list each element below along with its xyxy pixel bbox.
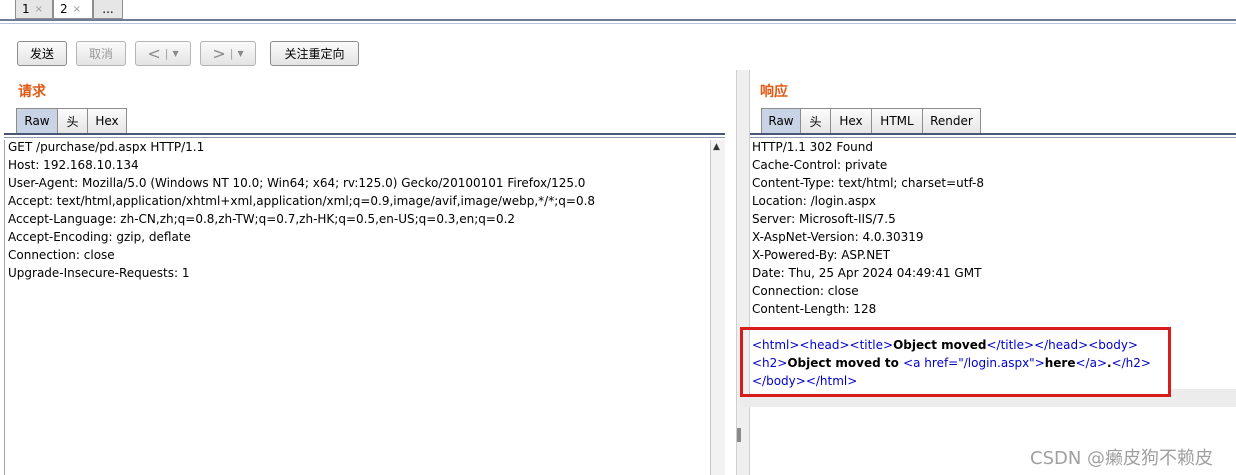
response-tab-render[interactable]: Render (922, 108, 981, 133)
highlight-annotation-box (740, 327, 1171, 397)
request-tab-hex[interactable]: Hex (87, 108, 127, 133)
response-line: Connection: close (752, 284, 859, 298)
cancel-button[interactable]: 取消 (76, 41, 126, 66)
editor-shaded-row (740, 397, 1236, 407)
request-line: GET /purchase/pd.aspx HTTP/1.1 (8, 140, 205, 154)
request-tab-raw[interactable]: Raw (16, 108, 58, 133)
response-line: X-Powered-By: ASP.NET (752, 248, 891, 262)
request-tab-2[interactable]: 2 × (53, 0, 93, 19)
follow-redirect-button[interactable]: 关注重定向 (270, 41, 359, 66)
send-label: 发送 (29, 47, 54, 61)
cancel-label: 取消 (88, 47, 113, 61)
response-tab-html[interactable]: HTML (871, 108, 923, 133)
watermark-text: CSDN @癞皮狗不赖皮 (1030, 448, 1214, 469)
tab-label: 1 (22, 2, 30, 16)
request-line: Accept-Language: zh-CN,zh;q=0.8,zh-TW;q=… (8, 212, 516, 226)
close-icon[interactable]: × (35, 4, 43, 15)
request-editor[interactable]: GET /purchase/pd.aspx HTTP/1.1 Host: 192… (8, 138, 708, 282)
request-line: Upgrade-Insecure-Requests: 1 (8, 266, 190, 280)
response-line: Content-Type: text/html; charset=utf-8 (752, 176, 985, 190)
response-line: Cache-Control: private (752, 158, 888, 172)
response-line: Date: Thu, 25 Apr 2024 04:49:41 GMT (752, 266, 982, 280)
request-line: Accept: text/html,application/xhtml+xml,… (8, 194, 596, 208)
request-line: User-Agent: Mozilla/5.0 (Windows NT 10.0… (8, 176, 586, 190)
response-line: Server: Microsoft-IIS/7.5 (752, 212, 896, 226)
request-tab-headers[interactable]: 头 (57, 108, 88, 133)
request-tab-bar: 1 × 2 × ... (0, 0, 1236, 20)
forward-button[interactable]: > | ▼ (200, 41, 256, 66)
response-line: Content-Length: 128 (752, 302, 877, 316)
send-button[interactable]: 发送 (17, 41, 67, 66)
chevron-right-icon: > (212, 43, 226, 63)
close-icon[interactable]: × (73, 4, 81, 15)
tab-label: 2 (60, 2, 68, 16)
chevron-left-icon: < (147, 43, 161, 63)
request-line: Connection: close (8, 248, 115, 262)
splitter-grip-icon[interactable] (737, 428, 741, 442)
response-tabs-divider (750, 133, 1236, 135)
request-panel-title: 请求 (18, 84, 46, 100)
response-tab-headers[interactable]: 头 (800, 108, 831, 133)
separator: | (229, 47, 234, 60)
tab-bar-divider (0, 19, 1236, 21)
request-tabs-divider (4, 133, 725, 135)
response-tab-hex[interactable]: Hex (830, 108, 872, 133)
separator: | (164, 47, 169, 60)
request-line: Host: 192.168.10.134 (8, 158, 139, 172)
follow-redirect-label: 关注重定向 (284, 47, 345, 61)
tab-label: ... (102, 2, 114, 16)
scroll-up-icon[interactable]: ▲ (713, 142, 720, 152)
dropdown-arrow-icon[interactable]: ▼ (237, 49, 243, 58)
response-line: HTTP/1.1 302 Found (752, 140, 874, 154)
request-tab-1[interactable]: 1 × (15, 0, 53, 19)
request-scrollbar[interactable]: ▲ (710, 140, 725, 475)
response-panel-title: 响应 (760, 84, 788, 100)
request-line: Accept-Encoding: gzip, deflate (8, 230, 191, 244)
new-tab-button[interactable]: ... (93, 0, 123, 19)
dropdown-arrow-icon[interactable]: ▼ (172, 49, 178, 58)
panel-splitter[interactable] (736, 70, 750, 475)
response-line: Location: /login.aspx (752, 194, 877, 208)
back-button[interactable]: < | ▼ (135, 41, 191, 66)
response-line: X-AspNet-Version: 4.0.30319 (752, 230, 924, 244)
response-tab-raw[interactable]: Raw (761, 108, 801, 133)
tab-bar-divider-thin (0, 23, 1236, 24)
